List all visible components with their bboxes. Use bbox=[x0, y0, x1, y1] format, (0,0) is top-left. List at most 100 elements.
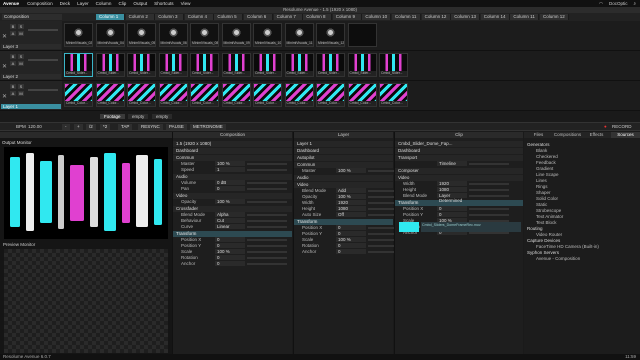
layer-master-slider[interactable] bbox=[28, 29, 58, 31]
property-value[interactable]: 1080 bbox=[437, 187, 467, 192]
tab-empty-2[interactable]: empty bbox=[152, 114, 173, 119]
layer-name[interactable]: Layer 3 bbox=[1, 44, 61, 49]
property-value[interactable]: 0 bbox=[336, 231, 366, 236]
property-value[interactable]: 0 bbox=[215, 243, 245, 248]
property-slider[interactable] bbox=[469, 214, 509, 216]
layer-m-button[interactable]: M bbox=[18, 61, 24, 66]
clip-slot[interactable]: Cmbd_Slder... bbox=[347, 53, 377, 77]
column-header[interactable]: Column 6 bbox=[244, 14, 273, 20]
property-value[interactable]: 100 % bbox=[215, 249, 245, 254]
property-value[interactable]: 0 bbox=[336, 225, 366, 230]
pause-button[interactable]: PAUSE bbox=[166, 124, 187, 130]
resync-button[interactable]: RESYNC bbox=[138, 124, 163, 130]
property-value[interactable]: 100 % bbox=[215, 161, 245, 166]
clip-slot[interactable]: Cmbd_Color... bbox=[190, 83, 219, 107]
property-slider[interactable] bbox=[469, 195, 509, 197]
menu-clip[interactable]: Clip bbox=[118, 1, 126, 6]
property-slider[interactable] bbox=[469, 232, 509, 234]
clip-slot[interactable]: Cmbd_Slder... bbox=[127, 53, 156, 77]
bpm-double-button[interactable]: *2 bbox=[100, 124, 111, 130]
clip-slot[interactable]: Cmbd_Slder... bbox=[221, 53, 251, 77]
column-header[interactable]: Column 5 bbox=[214, 14, 244, 20]
menu-column[interactable]: Column bbox=[96, 1, 112, 6]
section-header[interactable]: Composer bbox=[395, 168, 523, 174]
bpm-plus-button[interactable]: + bbox=[74, 124, 83, 130]
property-value[interactable]: 1 bbox=[215, 167, 245, 172]
property-value[interactable]: 0 bbox=[336, 249, 366, 254]
clip-name[interactable]: Cmbd_Slider_Dome_Fap... bbox=[395, 141, 523, 147]
property-slider[interactable] bbox=[469, 189, 509, 191]
search-icon[interactable]: ⌕ bbox=[633, 1, 636, 6]
section-header[interactable]: Audio bbox=[294, 175, 393, 181]
property-value[interactable]: Off bbox=[336, 212, 366, 217]
property-slider[interactable] bbox=[469, 208, 509, 210]
clip-slot[interactable]: Cmbd_Color... bbox=[127, 83, 156, 107]
clip-slot[interactable]: MinimlVisuals_08 bbox=[190, 23, 219, 47]
clear-layer-icon[interactable]: ✕ bbox=[2, 93, 7, 100]
layer-name[interactable]: Layer 1 bbox=[294, 141, 393, 147]
property-value[interactable]: 1080 bbox=[336, 206, 366, 211]
clip-slot[interactable]: MinimlVisuals_10 bbox=[253, 23, 282, 47]
menu-shortcuts[interactable]: Shortcuts bbox=[154, 1, 173, 6]
property-slider[interactable] bbox=[247, 239, 287, 241]
bpm-minus-button[interactable]: - bbox=[62, 124, 70, 130]
bypass-button[interactable]: B bbox=[10, 54, 16, 59]
solo-button[interactable]: S bbox=[18, 84, 24, 89]
clip-slot[interactable]: Cmbd_Slder... bbox=[158, 53, 188, 77]
property-value[interactable]: 0 bbox=[437, 212, 467, 217]
property-value[interactable]: 0 dB bbox=[215, 180, 245, 185]
clip-slot[interactable]: MinimlVisuals_11 bbox=[284, 23, 314, 47]
clip-slot[interactable]: MinimlVisuals_05 bbox=[127, 23, 156, 47]
clip-slot[interactable]: Cmbd_Color... bbox=[253, 83, 282, 107]
clip-slot[interactable]: Cmbd_Slder... bbox=[316, 53, 345, 77]
column-header[interactable]: Column 13 bbox=[451, 14, 481, 20]
menu-output[interactable]: Output bbox=[133, 1, 147, 6]
column-header[interactable]: Column 2 bbox=[125, 14, 155, 20]
property-value[interactable]: 1920 bbox=[437, 181, 467, 186]
property-value[interactable]: 0 bbox=[437, 206, 467, 211]
layer-master-slider[interactable] bbox=[28, 59, 58, 61]
property-value[interactable]: Alpha bbox=[215, 212, 245, 217]
bypass-button[interactable]: B bbox=[10, 24, 16, 29]
column-header[interactable]: Column 8 bbox=[303, 14, 333, 20]
clip-slot[interactable]: Cmbd_Color... bbox=[95, 83, 125, 107]
property-slider[interactable] bbox=[469, 163, 509, 165]
property-value[interactable]: 100 % bbox=[215, 199, 245, 204]
column-header[interactable]: Column 10 bbox=[362, 14, 392, 20]
solo-button[interactable]: S bbox=[18, 24, 24, 29]
column-header[interactable]: Column 14 bbox=[480, 14, 510, 20]
layer-m-button[interactable]: M bbox=[18, 31, 24, 36]
clip-slot[interactable]: Cmbd_Slder... bbox=[379, 53, 408, 77]
column-header[interactable]: Column 12 bbox=[540, 14, 569, 20]
clip-slot[interactable] bbox=[347, 23, 377, 47]
property-value[interactable]: 0 bbox=[215, 261, 245, 266]
record-icon[interactable]: ● bbox=[604, 124, 607, 130]
metronome-button[interactable]: METRONOME bbox=[190, 124, 226, 130]
menu-layer[interactable]: Layer bbox=[77, 1, 89, 6]
app-menu[interactable]: Avenue bbox=[3, 1, 19, 6]
menu-deck[interactable]: Deck bbox=[60, 1, 70, 6]
solo-button[interactable]: S bbox=[18, 54, 24, 59]
layer-master-slider[interactable] bbox=[28, 89, 58, 91]
composition-label[interactable]: Composition bbox=[2, 14, 62, 20]
property-slider[interactable] bbox=[247, 182, 287, 184]
column-header[interactable]: Column 11 bbox=[510, 14, 540, 20]
preview-monitor[interactable] bbox=[4, 249, 168, 353]
clip-slot[interactable]: Cmbd_Color... bbox=[379, 83, 408, 107]
tab-sources[interactable]: Sources bbox=[611, 132, 640, 138]
bypass-button[interactable]: B bbox=[10, 84, 16, 89]
bpm-value[interactable]: 120.00 bbox=[28, 124, 42, 130]
section-header[interactable]: Dashboard bbox=[294, 148, 393, 154]
clip-slot[interactable]: Cmbd_Color... bbox=[316, 83, 345, 107]
clip-slot[interactable]: MinimlVisuals_06 bbox=[158, 23, 188, 47]
clip-slot[interactable]: Cmbd_Color... bbox=[221, 83, 251, 107]
output-preview[interactable] bbox=[4, 147, 168, 239]
property-value[interactable]: 1920 bbox=[336, 200, 366, 205]
clip-slot[interactable]: Cmbd_Slder... bbox=[190, 53, 219, 77]
property-value[interactable]: Layer Determined bbox=[437, 193, 467, 203]
column-header[interactable]: Column 4 bbox=[184, 14, 214, 20]
property-value[interactable]: 0 bbox=[336, 243, 366, 248]
property-value[interactable]: Add bbox=[336, 188, 366, 193]
property-value[interactable]: Linear bbox=[215, 224, 245, 229]
tap-button[interactable]: TAP bbox=[118, 124, 133, 130]
